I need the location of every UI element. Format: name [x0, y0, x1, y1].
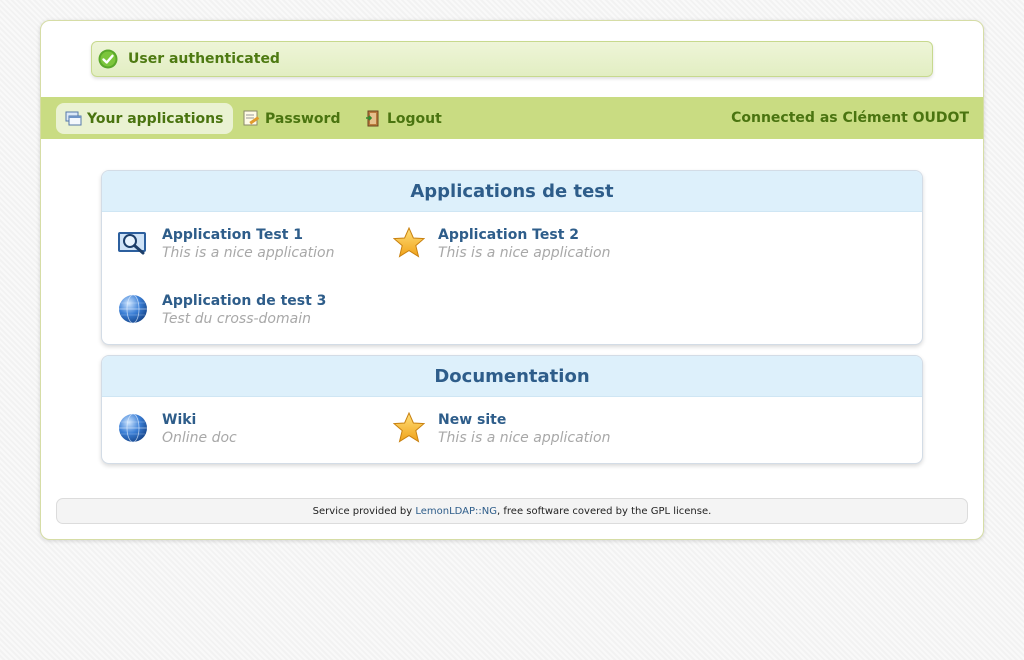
footer: Service provided by LemonLDAP::NG , free… — [56, 498, 968, 524]
check-circle-icon — [98, 49, 118, 69]
category-title: Applications de test — [102, 171, 922, 212]
menu-label: Logout — [387, 110, 442, 127]
globe-icon — [119, 413, 147, 443]
auth-alert: User authenticated — [91, 41, 933, 77]
footer-prefix: Service provided by — [312, 505, 416, 517]
app-name: Wiki — [162, 412, 197, 428]
menu-label: Your applications — [87, 110, 224, 127]
app-application-de-test-3[interactable]: Application de test 3 Test du cross-doma… — [117, 293, 387, 337]
app-application-test-2[interactable]: Application Test 2 This is a nice applic… — [393, 227, 663, 271]
password-icon — [243, 110, 260, 126]
app-new-site[interactable]: New site This is a nice application — [393, 412, 663, 456]
category-title: Documentation — [102, 356, 922, 397]
app-wiki[interactable]: Wiki Online doc — [117, 412, 387, 456]
menu-your-applications[interactable]: Your applications — [56, 103, 234, 134]
app-description: This is a nice application — [162, 245, 335, 261]
portal-container: User authenticated Your applications Pas… — [40, 20, 984, 540]
menu-logout[interactable]: Logout — [356, 103, 452, 134]
star-icon — [393, 227, 425, 258]
globe-icon — [119, 294, 147, 324]
category-applications-de-test: Applications de test Application Test 1 … — [101, 170, 923, 345]
category-documentation: Documentation Wiki Online doc New site T… — [101, 355, 923, 464]
app-description: Test du cross-domain — [162, 311, 311, 327]
menu-bar: Your applications Password Logout Connec… — [41, 97, 983, 139]
app-description: Online doc — [162, 430, 237, 446]
app-application-test-1[interactable]: Application Test 1 This is a nice applic… — [117, 227, 387, 271]
alert-message: User authenticated — [128, 51, 280, 67]
connected-user: Connected as Clément OUDOT — [731, 110, 969, 126]
star-icon — [393, 412, 425, 443]
logout-icon — [366, 110, 379, 127]
menu-label: Password — [265, 110, 341, 127]
magnifier-icon — [118, 232, 146, 255]
menu-password[interactable]: Password — [234, 103, 350, 134]
app-description: This is a nice application — [438, 430, 611, 446]
lemonldap-link[interactable]: LemonLDAP::NG — [415, 506, 497, 517]
applications-icon — [65, 111, 82, 126]
app-name: Application Test 1 — [162, 227, 303, 243]
footer-suffix: , free software covered by the GPL licen… — [497, 505, 712, 517]
app-description: This is a nice application — [438, 245, 611, 261]
app-name: New site — [438, 412, 507, 428]
app-name: Application de test 3 — [162, 293, 327, 309]
app-name: Application Test 2 — [438, 227, 579, 243]
